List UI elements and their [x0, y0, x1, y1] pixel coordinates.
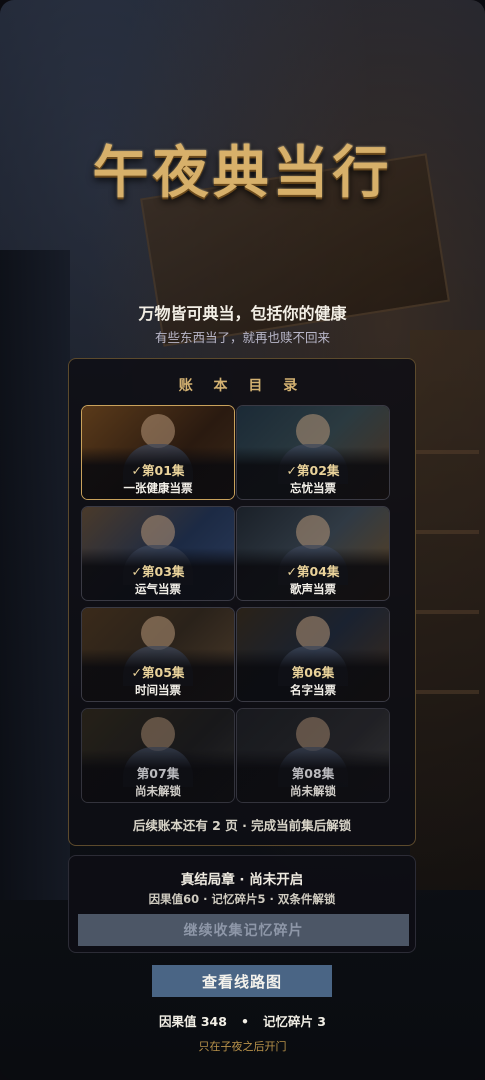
decor-shelf — [410, 330, 485, 890]
page-title: 午夜典当行 — [92, 140, 393, 206]
finale-panel: 真结局章 · 尚未开启 因果值60 · 记忆碎片5 · 双条件解锁 继续收集记忆… — [68, 855, 416, 953]
episode-card-02[interactable]: ✓第02集 忘忧当票 — [236, 405, 390, 500]
more-pages-hint: 后续账本还有 2 页 · 完成当前集后解锁 — [132, 818, 352, 833]
episode-card-07[interactable]: 第07集 尚未解锁 — [81, 708, 235, 803]
episode-name: 尚未解锁 — [290, 784, 336, 798]
episode-name: 忘忧当票 — [290, 481, 336, 495]
tagline: 万物皆可典当，包括你的健康 — [138, 304, 347, 323]
sub-tagline: 有些东西当了，就再也赎不回来 — [154, 330, 330, 345]
episode-grid: ✓第01集 一张健康当票 ✓第02集 忘忧当票 ✓第03集 运气当票 ✓第04集… — [81, 405, 405, 803]
check-icon: ✓ — [131, 463, 143, 478]
stats-bar: 因果值 348 • 记忆碎片 3 — [0, 1011, 485, 1030]
episode-name: 歌声当票 — [290, 582, 336, 596]
episode-number: 第07集 — [136, 766, 180, 781]
check-icon: ✓ — [286, 463, 298, 478]
episode-number: 第01集 — [142, 463, 185, 478]
episode-card-01[interactable]: ✓第01集 一张健康当票 — [81, 405, 235, 500]
fragments-value: 记忆碎片 3 — [262, 1014, 326, 1029]
episode-card-06[interactable]: 第06集 名字当票 — [236, 607, 390, 702]
finale-title: 真结局章 · 尚未开启 — [180, 872, 304, 888]
view-route-map-button[interactable]: 查看线路图 — [152, 965, 332, 997]
episode-number: 第06集 — [291, 665, 335, 680]
decor-pillar — [0, 250, 70, 900]
episode-name: 运气当票 — [135, 582, 181, 596]
episode-card-05[interactable]: ✓第05集 时间当票 — [81, 607, 235, 702]
footer-note: 只在子夜之后开门 — [198, 1040, 287, 1053]
episode-number: 第05集 — [142, 665, 185, 680]
check-icon: ✓ — [131, 564, 143, 579]
episode-number: 第08集 — [291, 766, 335, 781]
ledger-panel: 账 本 目 录 ✓第01集 一张健康当票 ✓第02集 忘忧当票 ✓第03集 运气… — [68, 358, 416, 846]
episode-name: 时间当票 — [135, 683, 181, 697]
ledger-title: 账 本 目 录 — [178, 378, 306, 394]
collect-fragments-button[interactable]: 继续收集记忆碎片 — [78, 914, 409, 946]
episode-name: 一张健康当票 — [123, 481, 193, 495]
check-icon: ✓ — [286, 564, 298, 579]
finale-requirement: 因果值60 · 记忆碎片5 · 双条件解锁 — [148, 892, 336, 906]
episode-number: 第03集 — [142, 564, 185, 579]
stats-separator: • — [240, 1014, 249, 1029]
episode-card-04[interactable]: ✓第04集 歌声当票 — [236, 506, 390, 601]
episode-card-03[interactable]: ✓第03集 运气当票 — [81, 506, 235, 601]
episode-number: 第02集 — [297, 463, 340, 478]
episode-number: 第04集 — [297, 564, 340, 579]
episode-name: 名字当票 — [290, 683, 336, 697]
karma-value: 因果值 348 — [158, 1014, 227, 1029]
check-icon: ✓ — [131, 665, 143, 680]
episode-name: 尚未解锁 — [135, 784, 181, 798]
episode-card-08[interactable]: 第08集 尚未解锁 — [236, 708, 390, 803]
